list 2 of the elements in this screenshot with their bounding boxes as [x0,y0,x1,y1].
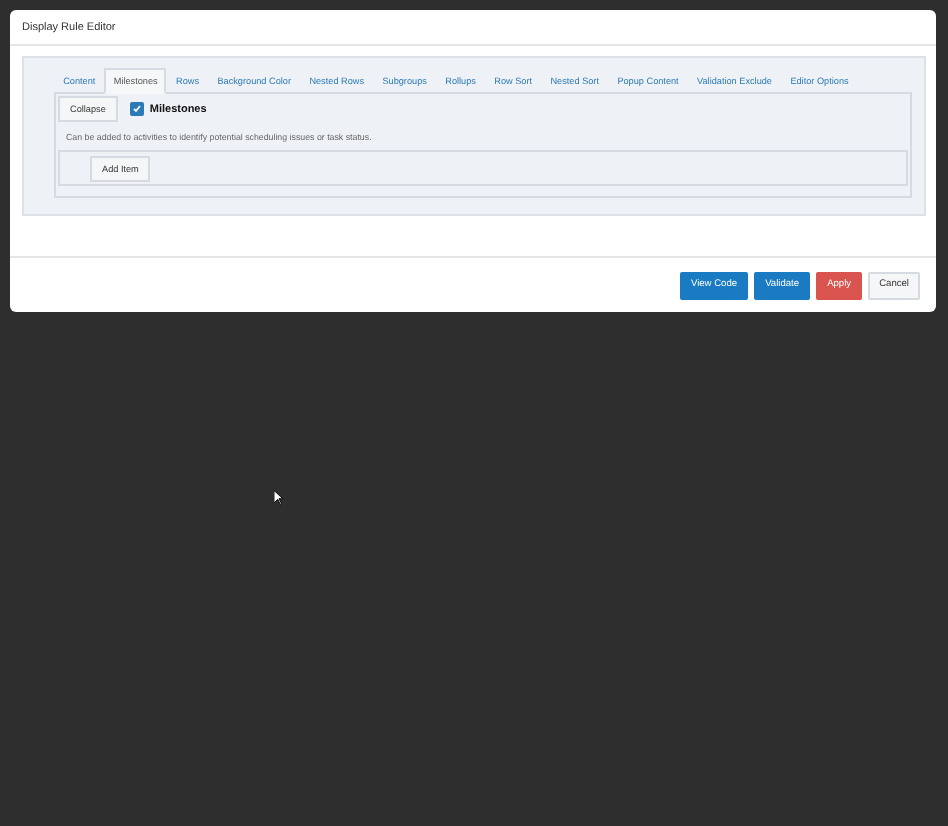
mouse-pointer-icon [274,490,284,506]
checkbox[interactable] [129,102,144,116]
